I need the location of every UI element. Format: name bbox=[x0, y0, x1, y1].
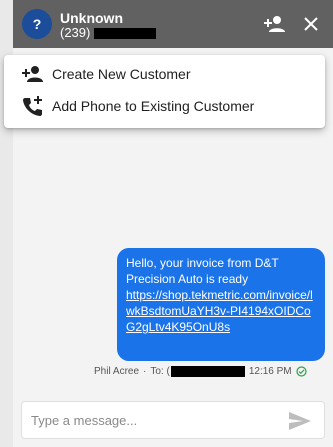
contact-name: Unknown bbox=[60, 10, 123, 26]
message-sender: Phil Acree bbox=[94, 366, 140, 377]
menu-item-add-phone-to-existing-customer[interactable]: Add Phone to Existing Customer bbox=[4, 90, 325, 122]
redacted-recipient-number bbox=[170, 366, 245, 377]
menu-item-label: Add Phone to Existing Customer bbox=[52, 98, 255, 114]
contact-phone-prefix: (239) bbox=[60, 25, 91, 40]
conversation-header: ? Unknown (239) bbox=[13, 0, 333, 48]
message-time: 12:16 PM bbox=[248, 366, 292, 377]
menu-item-create-new-customer[interactable]: Create New Customer bbox=[4, 58, 325, 90]
menu-item-label: Create New Customer bbox=[52, 66, 191, 82]
message-recipient-label: To: ( bbox=[150, 366, 170, 377]
contact-phone: (239) bbox=[60, 25, 157, 40]
phone-add-icon bbox=[23, 96, 42, 116]
send-button[interactable] bbox=[288, 410, 312, 432]
delivered-check-icon bbox=[296, 366, 307, 377]
add-contact-button[interactable] bbox=[263, 14, 287, 34]
person-add-icon bbox=[22, 66, 43, 82]
close-button[interactable] bbox=[301, 13, 321, 35]
avatar: ? bbox=[22, 9, 52, 39]
message-bubble: Hello, your invoice from D&T Precision A… bbox=[117, 248, 325, 361]
message-meta: Phil Acree · To: ( 12:16 PM bbox=[94, 366, 307, 377]
redacted-phone-number bbox=[94, 27, 157, 39]
meta-separator: · bbox=[143, 366, 147, 377]
message-text: Hello, your invoice from D&T Precision A… bbox=[126, 256, 279, 286]
send-icon bbox=[289, 412, 311, 430]
phone-actions-menu: Create New Customer Add Phone to Existin… bbox=[4, 55, 325, 128]
invoice-link[interactable]: https://shop.tekmetric.com/invoice/lwkBs… bbox=[126, 287, 317, 335]
close-icon bbox=[304, 17, 318, 31]
message-composer bbox=[21, 401, 325, 439]
person-add-icon bbox=[264, 16, 285, 32]
message-input[interactable] bbox=[22, 402, 281, 438]
